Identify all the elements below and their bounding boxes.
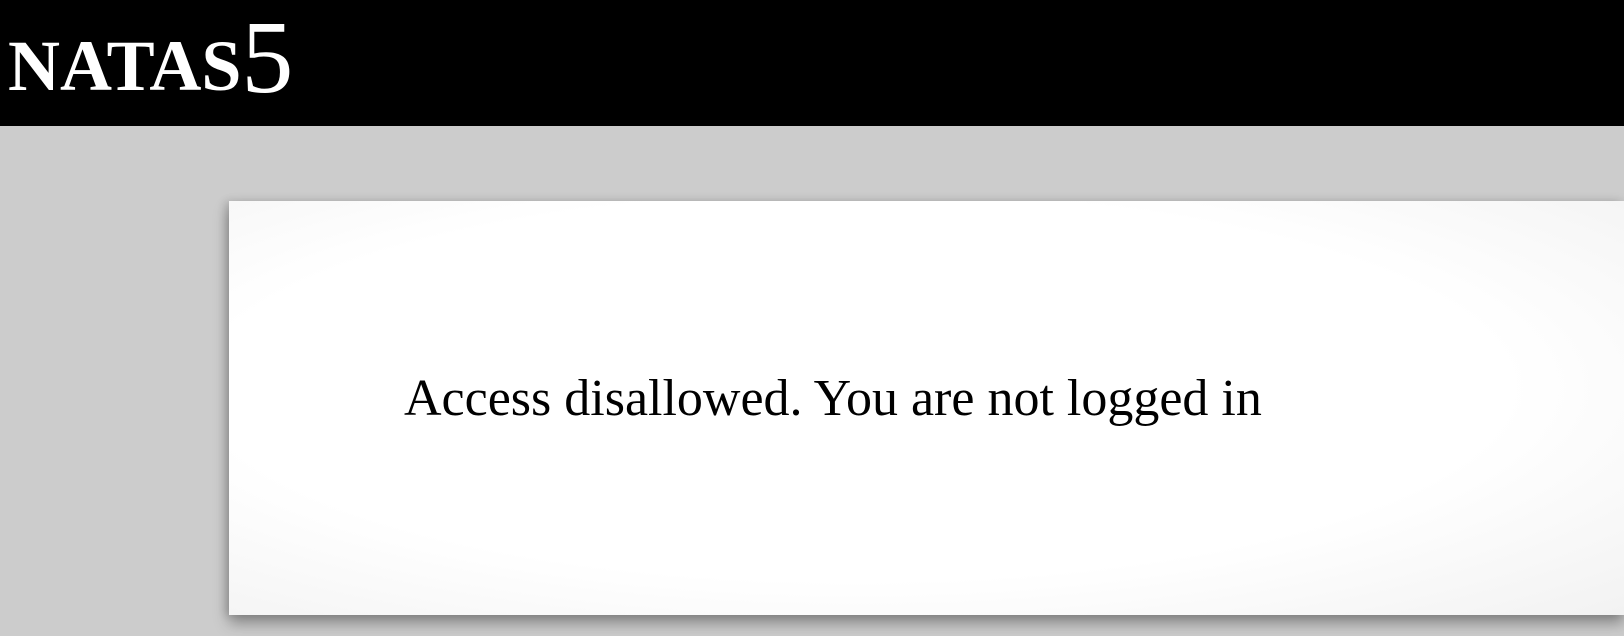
page-header: NATAS5 — [0, 0, 1624, 126]
content-panel: Access disallowed. You are not logged in — [229, 201, 1624, 615]
access-message: Access disallowed. You are not logged in — [404, 370, 1262, 427]
site-title-number: 5 — [241, 0, 294, 115]
site-title: NATAS5 — [8, 4, 293, 110]
site-title-text: NATAS — [8, 26, 242, 106]
